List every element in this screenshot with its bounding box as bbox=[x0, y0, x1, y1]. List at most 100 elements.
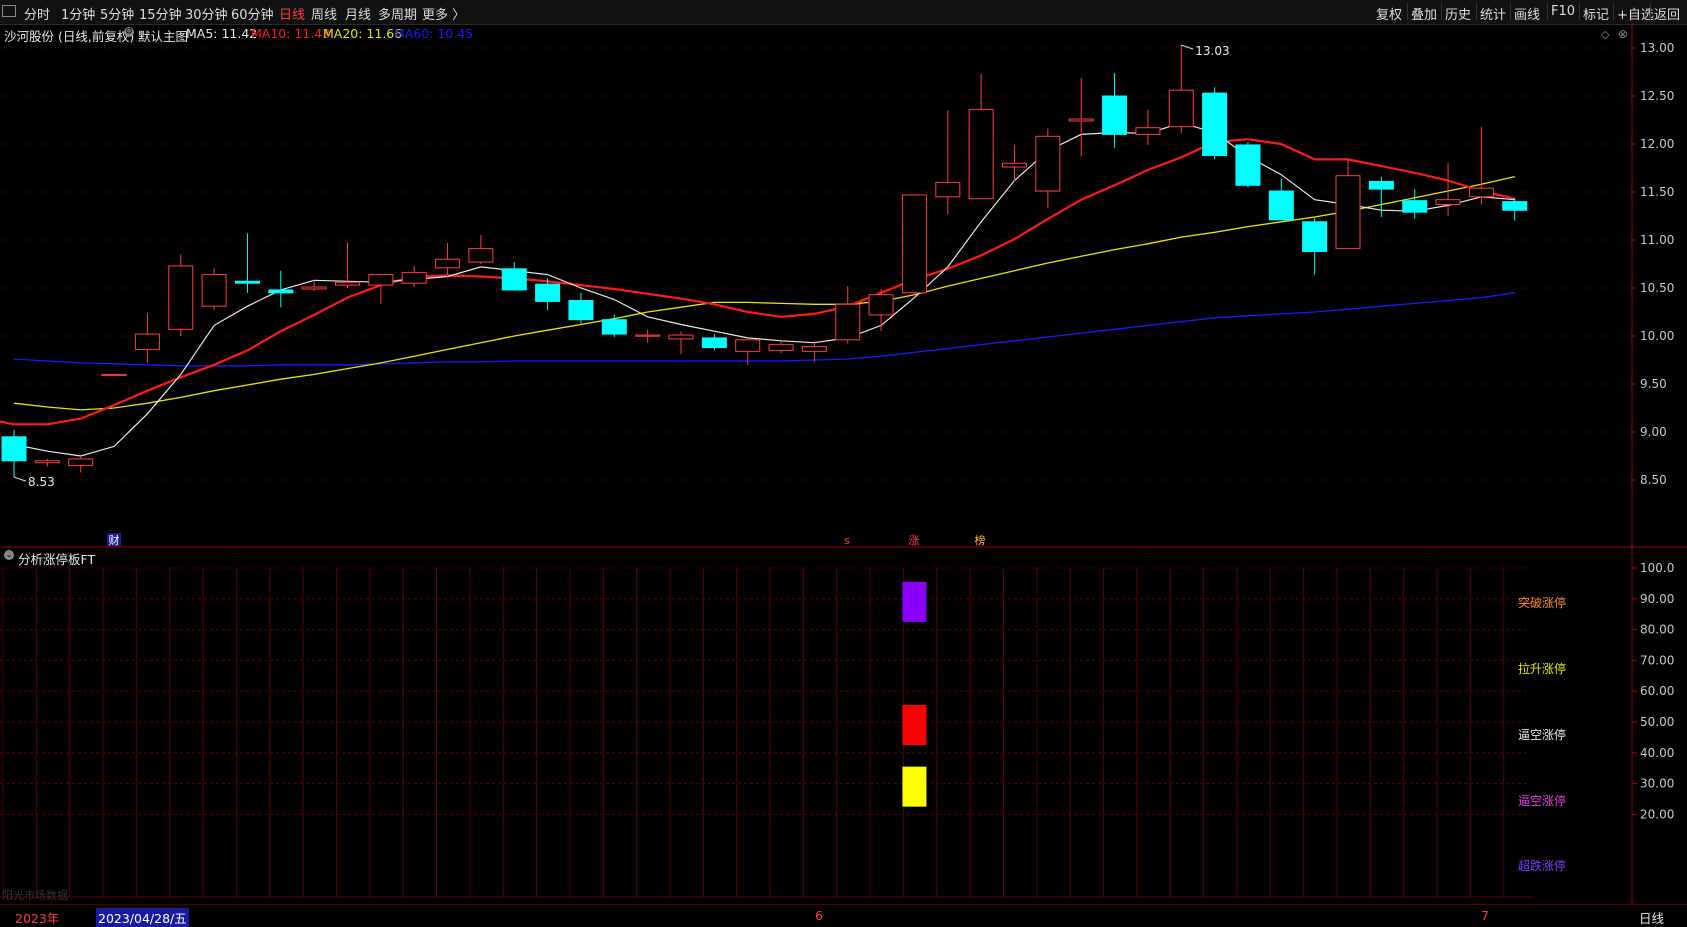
candle bbox=[1302, 217, 1328, 275]
candle bbox=[601, 314, 627, 337]
candle-body bbox=[301, 286, 327, 290]
candle bbox=[1135, 109, 1161, 145]
candle-body bbox=[801, 346, 827, 352]
candle bbox=[768, 341, 794, 354]
candle-body bbox=[968, 108, 994, 200]
candle-body bbox=[1368, 180, 1394, 190]
price-tick-label: 9.50 bbox=[1640, 377, 1667, 391]
candle-body bbox=[1268, 190, 1294, 221]
candle bbox=[435, 242, 461, 279]
candle-body bbox=[535, 283, 561, 302]
candle-body bbox=[1435, 199, 1461, 205]
min-pointer bbox=[13, 476, 27, 482]
candle-body bbox=[901, 194, 927, 294]
kline-chart[interactable]: 13.03 8.53 13.00 12.50 12.00 11.50 11.00 10.50… bbox=[0, 0, 1687, 904]
candle-body bbox=[1068, 118, 1094, 122]
candle bbox=[1102, 72, 1128, 148]
candle-body bbox=[1035, 135, 1061, 192]
candle-body bbox=[635, 334, 661, 337]
candle bbox=[835, 286, 861, 344]
collapse-icon[interactable]: ⌄ bbox=[4, 550, 14, 560]
ma5-line bbox=[13, 122, 1515, 457]
date-axis: 2023年 2023/04/28/五 6 7 日线 bbox=[0, 904, 1687, 927]
limit-up-bar bbox=[902, 766, 927, 807]
candle bbox=[635, 329, 661, 343]
candle-body bbox=[234, 280, 260, 284]
candle-body bbox=[401, 272, 427, 284]
year-label: 2023年 bbox=[15, 911, 60, 926]
watermark: 阳光市场数据 bbox=[2, 889, 68, 902]
lower-tick-label: 50.00 bbox=[1640, 715, 1674, 729]
candles: 13.03 8.53 bbox=[1, 44, 1528, 489]
candle bbox=[1468, 126, 1494, 205]
candle-body bbox=[268, 289, 294, 294]
candle bbox=[1202, 87, 1228, 160]
lower-tick-label: 40.00 bbox=[1640, 746, 1674, 760]
limit-up-marker: 涨 bbox=[909, 534, 920, 547]
candle bbox=[1235, 142, 1261, 188]
candle bbox=[1002, 144, 1027, 182]
diamond-icon: ◇ bbox=[1601, 28, 1610, 41]
candle bbox=[801, 340, 827, 362]
candle-body bbox=[1502, 201, 1528, 211]
candle-body bbox=[68, 458, 94, 467]
ranking-marker: 榜 bbox=[975, 533, 986, 547]
candle-body bbox=[1168, 89, 1194, 128]
lower-tick-label: 60.00 bbox=[1640, 684, 1674, 698]
candle bbox=[1268, 178, 1294, 221]
chart-grid bbox=[0, 47, 1632, 481]
candle bbox=[1, 430, 27, 478]
limit-up-bar bbox=[902, 705, 927, 746]
candle-body bbox=[1468, 187, 1494, 198]
candle bbox=[268, 270, 294, 308]
price-tick-label: 11.50 bbox=[1640, 185, 1674, 199]
lower-tick-label: 20.00 bbox=[1640, 807, 1674, 821]
candle bbox=[301, 280, 327, 291]
candle-body bbox=[568, 299, 594, 321]
indicator-legend-item: 突破涨停 bbox=[1518, 596, 1567, 610]
month-june: 6 bbox=[815, 908, 823, 923]
price-tick-label: 11.00 bbox=[1640, 233, 1674, 247]
indicator-title[interactable]: 分析涨停板FT bbox=[18, 549, 95, 568]
candle bbox=[234, 233, 260, 293]
price-tick-label: 13.00 bbox=[1640, 41, 1674, 55]
lower-tick-label: 90.00 bbox=[1640, 592, 1674, 606]
period-label[interactable]: 日线 bbox=[1639, 908, 1664, 927]
candle-body bbox=[935, 181, 961, 198]
cursor-date: 2023/04/28/五 bbox=[96, 908, 189, 927]
price-tick-label: 10.50 bbox=[1640, 281, 1674, 295]
candle bbox=[468, 235, 494, 264]
candle-body bbox=[668, 334, 694, 340]
price-tick-label: 12.00 bbox=[1640, 137, 1674, 151]
max-price-label: 13.03 bbox=[1195, 44, 1229, 58]
candle-body bbox=[1202, 92, 1228, 157]
candle-body bbox=[1102, 95, 1128, 135]
candle-body bbox=[868, 294, 894, 316]
event-markers: 财s涨榜 bbox=[107, 533, 986, 547]
candle bbox=[668, 331, 694, 355]
candle-body bbox=[1302, 221, 1328, 253]
candle-body bbox=[835, 303, 861, 341]
price-tick-label: 8.50 bbox=[1640, 473, 1667, 487]
candle bbox=[568, 292, 594, 324]
price-tick-label: 9.00 bbox=[1640, 425, 1667, 439]
candle bbox=[968, 73, 994, 200]
candle-body bbox=[134, 333, 160, 350]
candle bbox=[1068, 77, 1094, 157]
finance-marker: 财 bbox=[109, 533, 120, 547]
candle bbox=[134, 312, 160, 363]
candle bbox=[1035, 128, 1061, 209]
candle bbox=[401, 265, 427, 288]
candle-body bbox=[1002, 162, 1027, 168]
lower-tick-label: 30.00 bbox=[1640, 777, 1674, 791]
price-axis: 13.00 12.50 12.00 11.50 11.00 10.50 10.00 9.50 9… bbox=[0, 24, 1687, 904]
candle bbox=[68, 456, 94, 473]
ma10-line bbox=[0, 138, 1516, 426]
candle bbox=[935, 110, 961, 215]
candle bbox=[901, 194, 927, 296]
candle bbox=[868, 288, 894, 332]
max-pointer bbox=[1181, 44, 1194, 50]
candle bbox=[1402, 189, 1428, 219]
close-icon: ⊗ bbox=[1618, 27, 1628, 41]
candle bbox=[701, 334, 727, 351]
